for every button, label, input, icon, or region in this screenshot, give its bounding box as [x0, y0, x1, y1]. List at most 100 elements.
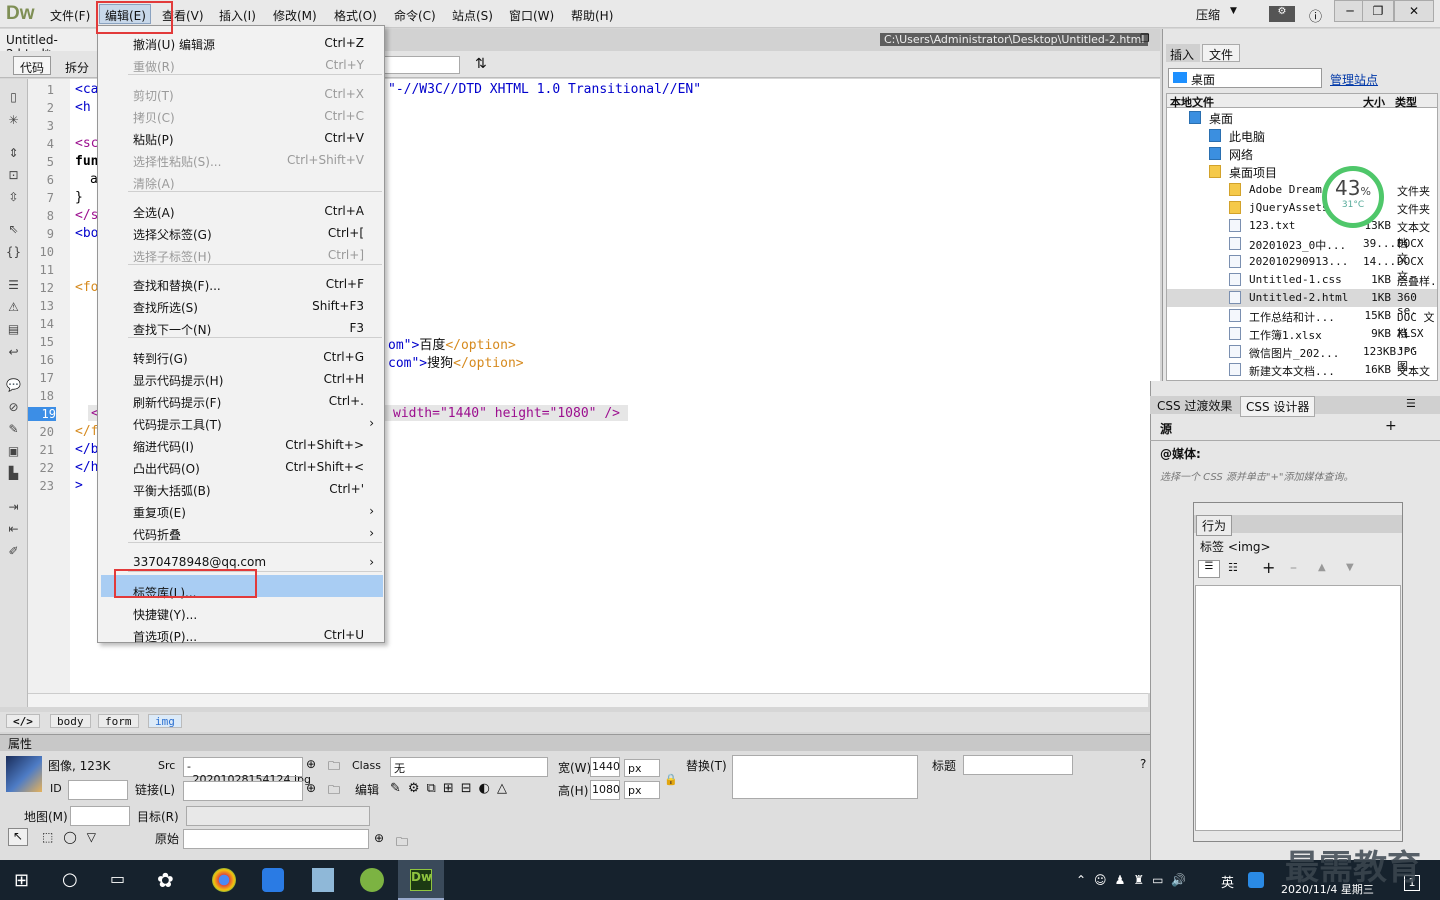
- behaviors-list[interactable]: [1195, 585, 1401, 831]
- show-set-events-icon[interactable]: ☰: [1198, 560, 1220, 578]
- hotspot-tools-icons[interactable]: ⬚◯▽: [42, 830, 106, 844]
- file-tree-row[interactable]: 网络: [1167, 145, 1437, 163]
- document-title-input[interactable]: [384, 56, 460, 74]
- manage-sites-link[interactable]: 管理站点: [1330, 71, 1378, 88]
- notepad-icon[interactable]: [312, 868, 334, 892]
- qq-tray-icon[interactable]: [1248, 872, 1264, 888]
- menu-modify[interactable]: 修改(M): [273, 7, 317, 24]
- select-parent-tag-icon[interactable]: ⇖: [5, 222, 22, 236]
- tab-css-designer[interactable]: CSS 设计器: [1240, 396, 1316, 417]
- file-tree-row[interactable]: jQueryAssets 文件夹: [1167, 199, 1437, 217]
- menu-insert[interactable]: 插入(I): [219, 7, 256, 24]
- app-icon-1[interactable]: ✿: [157, 868, 183, 892]
- height-input[interactable]: 1080: [590, 780, 620, 800]
- open-documents-icon[interactable]: ▯: [5, 90, 22, 104]
- edit-menu-item[interactable]: 查找下一个(N): [133, 321, 211, 338]
- src-input[interactable]: -_20201028154124.jpg: [183, 757, 311, 786]
- compress-label[interactable]: 压缩: [1196, 6, 1220, 23]
- class-select[interactable]: 无: [390, 757, 548, 777]
- edit-menu-item[interactable]: 转到行(G): [133, 350, 188, 367]
- search-icon[interactable]: ○: [62, 869, 78, 890]
- edit-menu-item[interactable]: 代码提示工具(T): [133, 416, 222, 433]
- edit-menu-item[interactable]: 刷新代码提示(F): [133, 394, 221, 411]
- file-tree-row[interactable]: 123.txt 13KB 文本文档: [1167, 217, 1437, 250]
- edit-menu-item[interactable]: 选择父标签(G): [133, 226, 212, 243]
- highlight-invalid-icon[interactable]: ⚠: [5, 300, 22, 314]
- file-tree-row[interactable]: 工作簿1.xlsx 9KB XLSX ...: [1167, 325, 1437, 353]
- edit-menu-item[interactable]: 查找和替换(F)...: [133, 277, 221, 294]
- edit-menu-item[interactable]: 凸出代码(O): [133, 460, 200, 477]
- ime-indicator[interactable]: 英: [1221, 872, 1234, 891]
- menu-help[interactable]: 帮助(H): [571, 7, 613, 24]
- expand-icon[interactable]: ✳: [5, 113, 22, 127]
- point-to-file-icon[interactable]: ⊕: [306, 757, 316, 771]
- panel-menu-icon[interactable]: ☰: [1406, 397, 1416, 410]
- edit-menu-item[interactable]: 全选(A): [133, 204, 175, 221]
- add-source-icon[interactable]: +: [1385, 418, 1397, 434]
- edit-menu-item[interactable]: 快捷键(Y)...: [133, 606, 197, 623]
- help-icon[interactable]: ?: [1140, 757, 1146, 771]
- file-tree-row[interactable]: 此电脑: [1167, 127, 1437, 145]
- edit-menu-item[interactable]: 重复项(E): [133, 504, 186, 521]
- file-tree-row[interactable]: 202010290913... 14... DOCX 文: [1167, 253, 1437, 283]
- menu-site[interactable]: 站点(S): [452, 7, 493, 24]
- link-point-icon[interactable]: ⊕: [306, 781, 316, 795]
- site-location-select[interactable]: 桌面: [1168, 68, 1322, 88]
- file-tree-row[interactable]: 桌面项目: [1167, 163, 1437, 181]
- file-tree-row[interactable]: 20201023_0中... 39... DOCX 文: [1167, 235, 1437, 265]
- split-view-button[interactable]: 拆分: [58, 56, 96, 75]
- original-point-icon[interactable]: ⊕: [374, 831, 384, 845]
- menu-commands[interactable]: 命令(C): [394, 7, 436, 24]
- edit-menu-item[interactable]: 首选项(P)...: [133, 628, 197, 645]
- app-icon-2[interactable]: [360, 868, 384, 892]
- expand-all-icon[interactable]: ⇳: [5, 190, 22, 204]
- width-unit-select[interactable]: px: [624, 759, 660, 777]
- tag-img[interactable]: img: [148, 714, 182, 728]
- id-input[interactable]: [68, 780, 128, 800]
- balance-braces-icon[interactable]: {}: [5, 245, 22, 259]
- file-management-icon[interactable]: ⇅: [475, 56, 487, 72]
- collapse-full-tag-icon[interactable]: ⇕: [5, 146, 22, 160]
- title-input[interactable]: [963, 755, 1073, 775]
- tab-files[interactable]: 文件: [1202, 44, 1240, 62]
- apply-comment-icon[interactable]: 💬: [5, 378, 22, 392]
- wrap-tag-icon[interactable]: ✎: [5, 422, 22, 436]
- move-down-icon[interactable]: ▼: [1346, 562, 1354, 573]
- wps-icon[interactable]: [262, 868, 284, 892]
- file-tree-row[interactable]: 新建文本文档...16KB文本文档: [1167, 361, 1437, 394]
- file-tree-row[interactable]: 桌面: [1167, 109, 1437, 127]
- recent-snippets-icon[interactable]: ▣: [5, 444, 22, 458]
- file-tree-row[interactable]: 工作总结和计... 15KB DOC 文档: [1167, 307, 1437, 340]
- line-numbers-icon[interactable]: ☰: [5, 278, 22, 292]
- edit-menu-item[interactable]: 重做(R): [133, 58, 175, 75]
- chrome-icon[interactable]: [212, 868, 236, 892]
- col-type[interactable]: 类型: [1395, 94, 1417, 110]
- edit-tools-icons[interactable]: ✎⚙⧉⊞⊟◐△: [390, 781, 514, 796]
- edit-menu-item[interactable]: 代码折叠: [133, 526, 181, 543]
- lock-ratio-icon[interactable]: 🔒: [664, 773, 678, 786]
- edit-menu-item[interactable]: 剪切(T): [133, 87, 174, 104]
- show-all-events-icon[interactable]: ☷: [1228, 561, 1238, 574]
- width-input[interactable]: 1440: [590, 757, 620, 777]
- alt-textarea[interactable]: [732, 755, 918, 799]
- browse-folder-icon[interactable]: 🗀: [328, 757, 340, 778]
- edit-menu-item[interactable]: 拷贝(C): [133, 109, 175, 126]
- edit-menu-item[interactable]: 平衡大括弧(B): [133, 482, 211, 499]
- file-tree-row[interactable]: Untitled-1.css 1KB 层叠样.: [1167, 271, 1437, 289]
- tag-form[interactable]: form: [98, 714, 139, 728]
- tray-icons[interactable]: ⌃☺♟♜▭🔊: [1076, 873, 1194, 887]
- edit-menu-item[interactable]: 选择子标签(H): [133, 248, 211, 265]
- file-tree-row[interactable]: Adobe Dream 文件夹: [1167, 181, 1437, 199]
- pointer-hotspot-icon[interactable]: ↖: [8, 828, 28, 846]
- indent-code-icon[interactable]: ⇥: [5, 500, 22, 514]
- document-tab[interactable]: Untitled-2.html*: [0, 29, 98, 61]
- syntax-error-icon[interactable]: ▤: [5, 322, 22, 336]
- link-folder-icon[interactable]: 🗀: [328, 781, 340, 802]
- link-input[interactable]: [183, 781, 303, 801]
- edit-menu-item[interactable]: 3370478948@qq.com: [133, 555, 266, 569]
- restore-button[interactable]: ❐: [1362, 0, 1394, 22]
- col-size[interactable]: 大小: [1363, 94, 1385, 110]
- edit-menu-item[interactable]: 撤消(U) 编辑源: [133, 36, 215, 53]
- target-select[interactable]: [186, 806, 370, 826]
- restore-doc-icon[interactable]: ❐: [1140, 32, 1150, 45]
